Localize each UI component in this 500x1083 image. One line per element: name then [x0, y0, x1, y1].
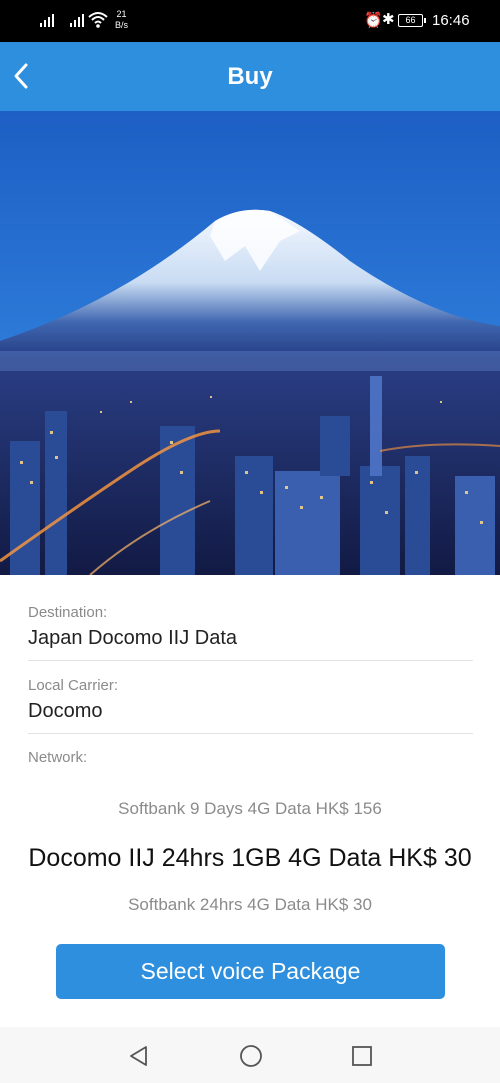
alarm-icon: ⏰ [364, 12, 383, 29]
package-option[interactable]: Softbank 24hrs 4G Data HK$ 30 [0, 893, 500, 917]
wifi-icon [88, 12, 108, 28]
carrier-value: Docomo [28, 700, 103, 722]
system-nav-bar [0, 1027, 500, 1083]
cell-signal-icon [40, 13, 54, 27]
divider [28, 660, 473, 661]
destination-value: Japan Docomo IIJ Data [28, 627, 237, 649]
package-option[interactable]: Softbank 9 Days 4G Data HK$ 156 [0, 797, 500, 821]
destination-hero-image [0, 111, 500, 575]
divider [28, 733, 473, 734]
destination-field: Destination: Japan Docomo IIJ Data [28, 603, 473, 652]
network-label: Network: [28, 749, 88, 766]
battery-icon: 66 [398, 14, 426, 27]
carrier-field: Local Carrier: Docomo [28, 676, 473, 725]
cell-signal-icon [70, 13, 84, 27]
nav-home-icon[interactable] [239, 1044, 263, 1068]
select-voice-package-button[interactable]: Select voice Package [56, 944, 445, 999]
status-bar: 21 B/s ⏰ ✱ 66 16:46 [0, 0, 500, 42]
nav-recents-icon[interactable] [350, 1044, 374, 1068]
network-speed: 21 B/s [115, 9, 129, 30]
carrier-label: Local Carrier: [28, 677, 119, 694]
page-title: Buy [227, 63, 273, 90]
status-time: 16:46 [432, 12, 470, 29]
bluetooth-icon: ✱ [382, 11, 395, 28]
package-option-selected[interactable]: Docomo IIJ 24hrs 1GB 4G Data HK$ 30 [0, 842, 500, 874]
app-header: Buy [0, 42, 500, 111]
nav-back-icon[interactable] [127, 1044, 151, 1068]
destination-label: Destination: [28, 604, 108, 621]
network-field: Network: [28, 748, 473, 768]
